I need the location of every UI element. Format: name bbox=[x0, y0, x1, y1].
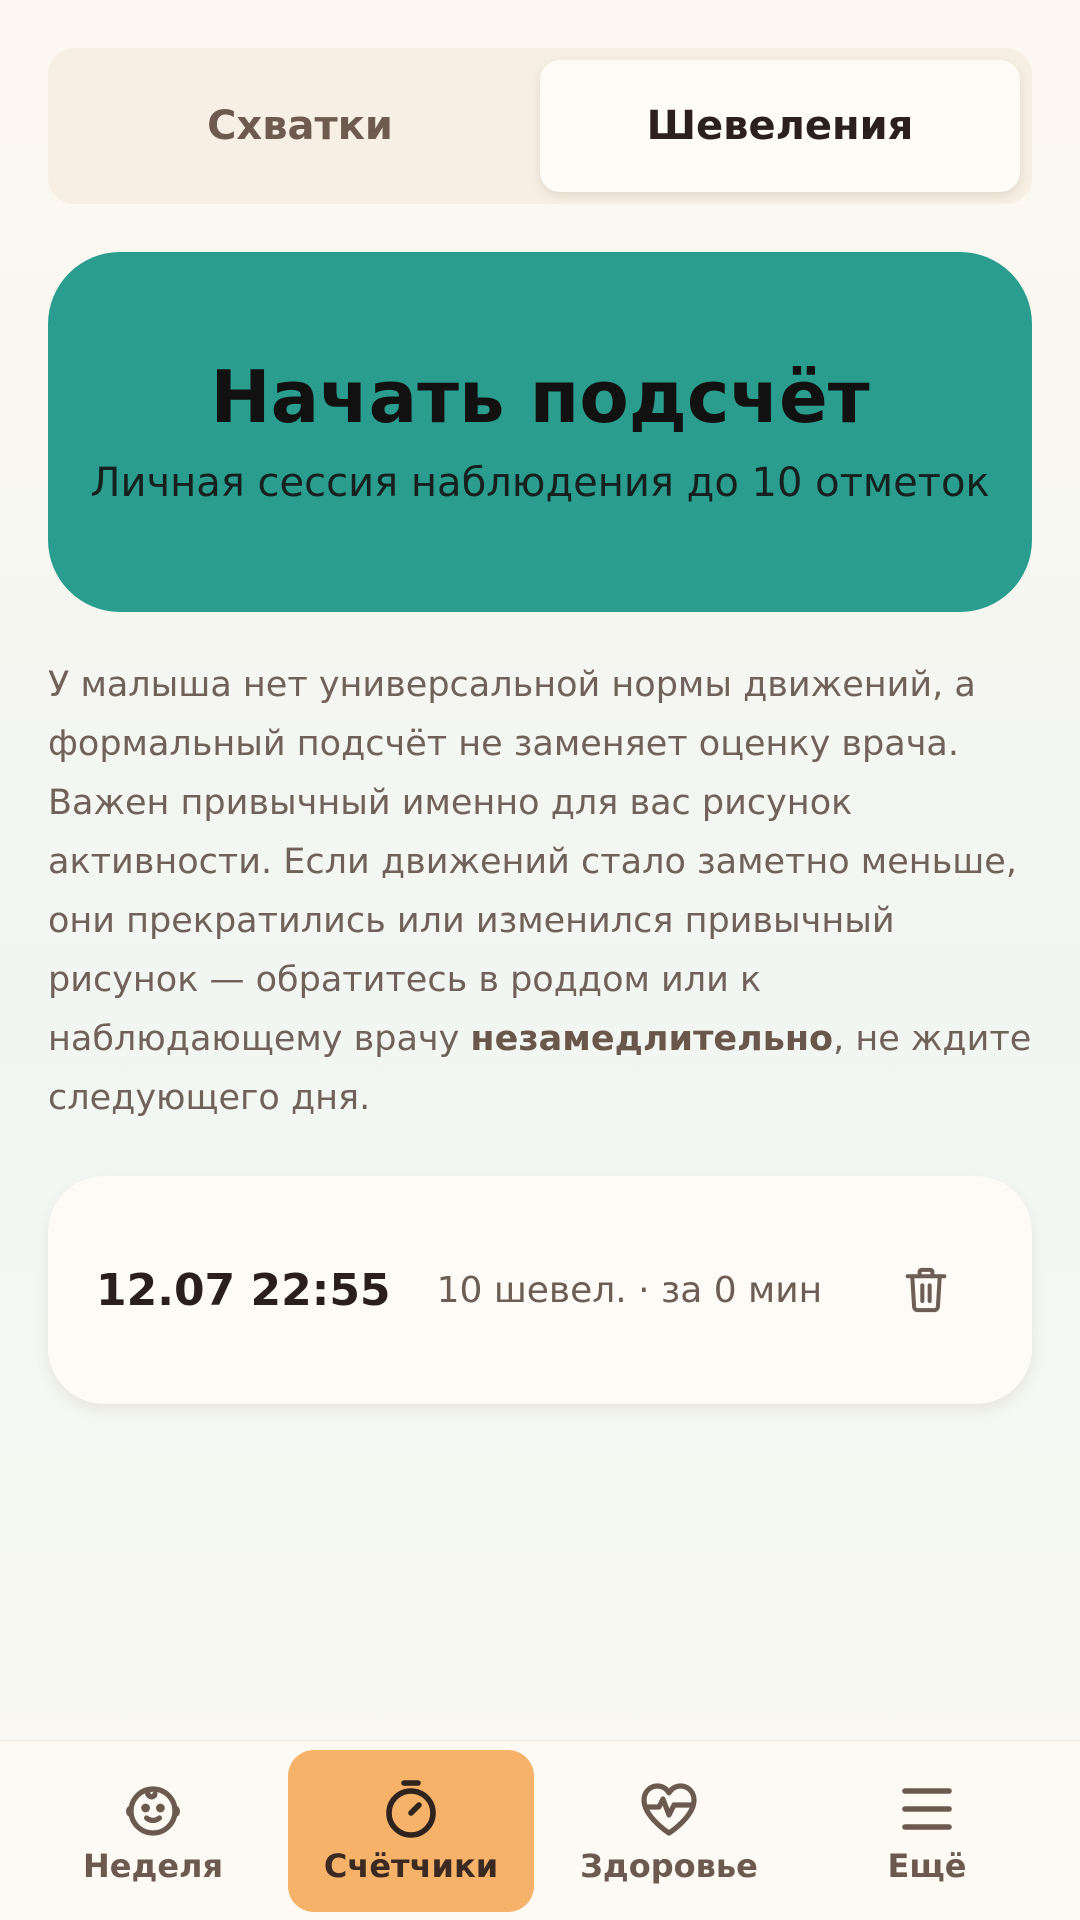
nav-health[interactable]: Здоровье bbox=[546, 1750, 792, 1912]
start-count-button[interactable]: Начать подсчёт Личная сессия наблюдения … bbox=[48, 252, 1032, 612]
nav-counters[interactable]: Счётчики bbox=[288, 1749, 534, 1912]
session-summary: 10 шевел. · за 0 мин bbox=[436, 1269, 823, 1311]
info-emphasis: незамедлительно bbox=[470, 1019, 834, 1059]
session-time: 12.07 22:55 bbox=[96, 1264, 391, 1316]
nav-health-label: Здоровье bbox=[580, 1846, 758, 1885]
session-card: 12.07 22:55 10 шевел. · за 0 мин bbox=[48, 1176, 1032, 1404]
trash-icon bbox=[905, 1267, 947, 1313]
start-count-subtitle: Личная сессия наблюдения до 10 отметок bbox=[90, 459, 990, 506]
nav-more-label: Ещё bbox=[887, 1846, 967, 1885]
counter-type-tabs: Схватки Шевеления bbox=[48, 48, 1032, 204]
start-count-title: Начать подсчёт bbox=[210, 355, 870, 440]
movement-info-text: У малыша нет универсальной нормы движени… bbox=[48, 656, 1032, 1128]
nav-counters-label: Счётчики bbox=[323, 1846, 499, 1885]
delete-session-button[interactable] bbox=[890, 1254, 962, 1326]
nav-more[interactable]: Ещё bbox=[804, 1750, 1050, 1912]
tab-movements[interactable]: Шевеления bbox=[540, 60, 1020, 192]
nav-week-label: Неделя bbox=[82, 1846, 223, 1885]
bottom-nav: Неделя Счётчики Здоровье Ещё bbox=[0, 1740, 1080, 1920]
tab-contractions[interactable]: Схватки bbox=[60, 60, 540, 192]
heart-pulse-icon bbox=[641, 1782, 697, 1836]
stopwatch-icon bbox=[386, 1779, 436, 1838]
menu-icon bbox=[902, 1787, 952, 1830]
info-text-before: У малыша нет универсальной нормы движени… bbox=[48, 665, 1017, 1059]
baby-face-icon bbox=[126, 1785, 180, 1836]
nav-week[interactable]: Неделя bbox=[30, 1750, 276, 1912]
